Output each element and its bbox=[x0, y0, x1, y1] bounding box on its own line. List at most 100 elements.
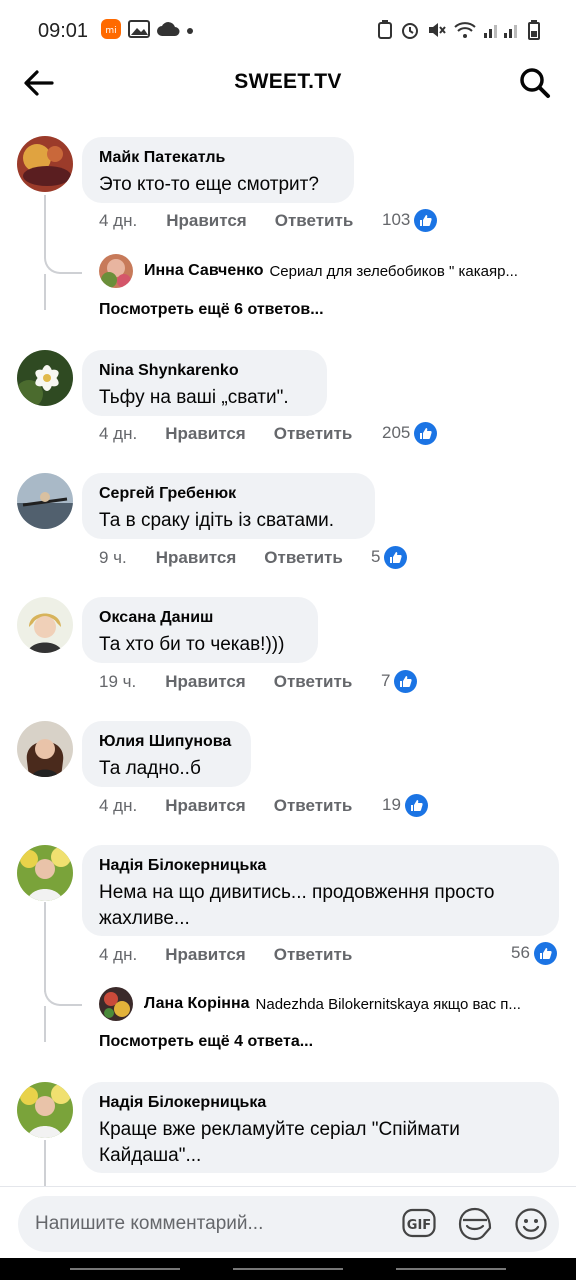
comment-time[interactable]: 19 ч. bbox=[99, 672, 136, 692]
comment-author[interactable]: Юлия Шипунова bbox=[99, 732, 234, 752]
emoji-icon[interactable] bbox=[514, 1207, 548, 1241]
like-reaction-icon bbox=[414, 208, 438, 232]
reply-author[interactable]: Лана Корінна bbox=[144, 995, 250, 1013]
like-button[interactable]: Нравится bbox=[166, 211, 247, 231]
avatar[interactable] bbox=[17, 721, 73, 777]
comment-bubble: Сергей Гребенюк Та в сраку ідіть із сват… bbox=[82, 473, 375, 539]
sticker-icon[interactable] bbox=[457, 1206, 493, 1242]
comment-actions: 4 дн. Нравится Ответить bbox=[99, 422, 352, 446]
reply-button[interactable]: Ответить bbox=[275, 211, 354, 231]
page-title: SWEET.TV bbox=[234, 70, 342, 93]
like-reaction-icon bbox=[533, 941, 557, 965]
reaction-number: 19 bbox=[382, 795, 401, 814]
like-button[interactable]: Нравится bbox=[165, 796, 246, 816]
nav-indicator bbox=[233, 1268, 343, 1270]
reply-avatar[interactable] bbox=[99, 254, 133, 288]
like-button[interactable]: Нравится bbox=[165, 424, 246, 444]
comment-author[interactable]: Надія Білокерницька bbox=[99, 1093, 542, 1113]
avatar[interactable] bbox=[17, 350, 73, 406]
comment-author[interactable]: Сергей Гребенюк bbox=[99, 484, 358, 504]
reply-preview[interactable]: Инна Савченко Сериал для зелебобиков " к… bbox=[99, 254, 559, 288]
comment-composer-bar: Напишите комментарий... GIF bbox=[0, 1186, 576, 1258]
avatar[interactable] bbox=[17, 136, 73, 192]
thread-connector bbox=[44, 982, 82, 1006]
status-time: 09:01 bbox=[38, 19, 89, 42]
reaction-count[interactable]: 19 bbox=[382, 793, 428, 817]
dnd-icon bbox=[377, 20, 393, 45]
comment-bubble: Оксана Даниш Та хто би то чекав!))) bbox=[82, 597, 318, 663]
reaction-count[interactable]: 56 bbox=[511, 941, 557, 965]
comment-text-line: жахливе... bbox=[99, 908, 190, 929]
reply-button[interactable]: Ответить bbox=[274, 796, 353, 816]
thread-connector bbox=[44, 250, 82, 274]
reply-author[interactable]: Инна Савченко bbox=[144, 262, 263, 280]
battery-icon bbox=[528, 20, 540, 45]
comment-time[interactable]: 4 дн. bbox=[99, 211, 137, 231]
view-more-replies-link[interactable]: Посмотреть ещё 6 ответов... bbox=[99, 301, 324, 319]
comment-actions: 4 дн. Нравится Ответить bbox=[99, 943, 352, 967]
comment-time[interactable]: 9 ч. bbox=[99, 548, 127, 568]
comment-actions: 4 дн. Нравится Ответить bbox=[99, 794, 352, 818]
svg-text:mi: mi bbox=[105, 26, 116, 36]
comment-time[interactable]: 4 дн. bbox=[99, 945, 137, 965]
comment-author[interactable]: Надія Білокерницька bbox=[99, 856, 542, 876]
nav-indicator bbox=[396, 1268, 506, 1270]
comment-text: Та хто би то чекав!))) bbox=[99, 634, 285, 655]
comment-bubble: Майк Патекатль Это кто-то еще смотрит? bbox=[82, 137, 354, 203]
avatar[interactable] bbox=[17, 1082, 73, 1138]
gif-label: GIF bbox=[407, 1218, 431, 1233]
reply-button[interactable]: Ответить bbox=[274, 672, 353, 692]
comment-time[interactable]: 4 дн. bbox=[99, 796, 137, 816]
reaction-count[interactable]: 205 bbox=[382, 421, 438, 445]
view-more-replies-link[interactable]: Посмотреть ещё 4 ответа... bbox=[99, 1033, 313, 1051]
image-icon bbox=[128, 19, 151, 44]
like-reaction-icon bbox=[404, 793, 428, 817]
system-nav-bar bbox=[0, 1258, 576, 1280]
comment-text: Тьфу на ваші „свати". bbox=[99, 387, 289, 408]
reaction-count[interactable]: 103 bbox=[382, 208, 438, 232]
search-icon[interactable] bbox=[518, 66, 552, 100]
comment-bubble: Надія Білокерницька Нема на що дивитись.… bbox=[82, 845, 559, 936]
comment-time[interactable]: 4 дн. bbox=[99, 424, 137, 444]
reaction-number: 103 bbox=[382, 210, 411, 229]
reply-button[interactable]: Ответить bbox=[274, 424, 353, 444]
thread-line bbox=[44, 195, 46, 257]
like-reaction-icon bbox=[394, 669, 418, 693]
reaction-count[interactable]: 5 bbox=[371, 545, 408, 569]
comment-text-line: Краще вже рекламуйте серіал "Спіймати bbox=[99, 1119, 460, 1140]
gif-icon[interactable]: GIF bbox=[402, 1208, 436, 1238]
avatar[interactable] bbox=[17, 473, 73, 529]
status-bar: 09:01 mi bbox=[0, 0, 576, 62]
reaction-number: 56 bbox=[511, 943, 530, 962]
comment-input[interactable]: Напишите комментарий... GIF bbox=[18, 1196, 559, 1252]
thread-line bbox=[44, 1006, 46, 1042]
reply-avatar[interactable] bbox=[99, 987, 133, 1021]
thread-line bbox=[44, 274, 46, 310]
reply-text: Сериал для зелебобиков " какаяр... bbox=[269, 262, 518, 280]
comment-actions: 19 ч. Нравится Ответить bbox=[99, 670, 352, 694]
mi-app-icon: mi bbox=[100, 18, 122, 45]
thread-line bbox=[44, 1140, 46, 1186]
nav-indicator bbox=[70, 1268, 180, 1270]
comment-actions: 9 ч. Нравится Ответить bbox=[99, 546, 343, 570]
reply-button[interactable]: Ответить bbox=[274, 945, 353, 965]
avatar[interactable] bbox=[17, 597, 73, 653]
mute-icon bbox=[427, 20, 447, 45]
comment-author[interactable]: Майк Патекатль bbox=[99, 148, 337, 168]
reaction-count[interactable]: 7 bbox=[381, 669, 418, 693]
comment-text: Та в сраку ідіть із сватами. bbox=[99, 510, 335, 531]
alarm-icon bbox=[400, 20, 420, 45]
reaction-number: 5 bbox=[371, 547, 381, 566]
like-button[interactable]: Нравится bbox=[165, 672, 246, 692]
comment-author[interactable]: Оксана Даниш bbox=[99, 608, 301, 628]
comment-author[interactable]: Nina Shynkarenko bbox=[99, 361, 310, 381]
reply-preview[interactable]: Лана Корінна Nadezhda Bilokernitskaya як… bbox=[99, 987, 559, 1021]
comment-actions: 4 дн. Нравится Ответить bbox=[99, 209, 353, 233]
comment-text-line: Нема на що дивитись... продовження прост… bbox=[99, 882, 495, 903]
like-button[interactable]: Нравится bbox=[165, 945, 246, 965]
like-button[interactable]: Нравится bbox=[156, 548, 237, 568]
signal-icon bbox=[483, 21, 521, 44]
avatar[interactable] bbox=[17, 845, 73, 901]
reply-button[interactable]: Ответить bbox=[264, 548, 343, 568]
wifi-icon bbox=[454, 21, 476, 44]
